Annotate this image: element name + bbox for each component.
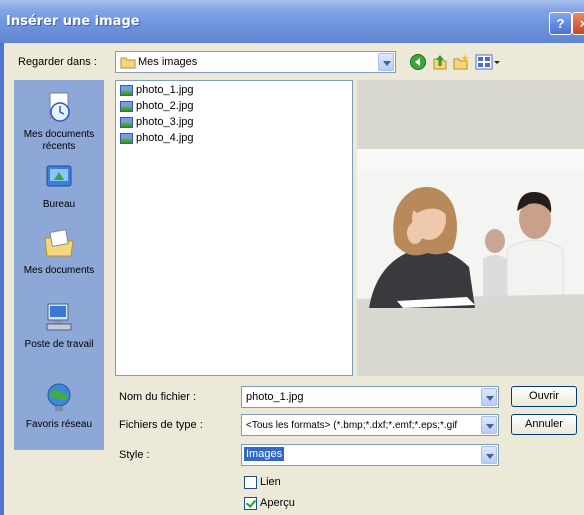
desktop-icon [46,165,72,187]
preview-checkbox[interactable] [244,497,257,510]
lookin-value: Mes images [138,56,198,68]
filename-value: photo_1.jpg [246,391,304,403]
new-folder-icon[interactable] [452,53,470,71]
view-menu-icon[interactable] [475,53,501,71]
up-folder-icon[interactable] [431,53,449,71]
chevron-down-icon[interactable] [481,416,497,434]
filename-field[interactable]: photo_1.jpg [241,386,499,408]
chevron-down-icon[interactable] [481,446,497,464]
place-label: Bureau [42,199,76,210]
window-title: Insérer une image [6,14,140,29]
style-label: Style : [119,449,150,461]
place-label: Favoris réseau [25,419,93,430]
place-label: Mes documents [23,265,95,276]
image-file-icon [120,84,133,96]
preview-label: Aperçu [260,497,295,509]
place-label: Mes documents récents [23,129,95,152]
place-my-documents[interactable]: Mes documents [14,226,104,277]
filename-label: Nom du fichier : [119,391,197,403]
image-file-icon [120,132,133,144]
image-file-icon [120,116,133,128]
back-icon[interactable] [409,53,427,71]
chevron-down-icon[interactable] [481,388,497,406]
close-button[interactable]: × [572,12,584,35]
file-list[interactable]: photo_1.jpg photo_2.jpg photo_3.jpg phot… [115,80,353,376]
recent-documents-icon [49,92,70,122]
list-item[interactable]: photo_2.jpg [120,100,194,116]
link-checkbox[interactable] [244,476,257,489]
network-places-icon [47,383,71,411]
folder-icon [120,57,136,69]
open-button[interactable]: Ouvrir [511,386,577,407]
place-recent[interactable]: Mes documents récents [14,90,104,153]
places-bar: Mes documents récents Bureau Mes documen… [14,80,104,450]
place-network[interactable]: Favoris réseau [14,380,104,431]
place-my-computer[interactable]: Poste de travail [14,300,104,351]
link-label: Lien [260,476,281,488]
chevron-down-icon[interactable] [378,53,394,71]
place-desktop[interactable]: Bureau [14,160,104,211]
style-dropdown[interactable]: Images [241,444,499,466]
preview-pane [357,80,584,376]
place-label: Poste de travail [24,339,94,350]
filetype-dropdown[interactable]: <Tous les formats> (*.bmp;*.dxf;*.emf;*.… [241,414,499,436]
my-documents-icon [44,229,74,257]
image-file-icon [120,100,133,112]
window-border [0,43,4,515]
list-item[interactable]: photo_1.jpg [120,84,194,100]
filetype-label: Fichiers de type : [119,419,203,431]
list-item[interactable]: photo_3.jpg [120,116,194,132]
preview-image [357,149,584,308]
filetype-value: <Tous les formats> (*.bmp;*.dxf;*.emf;*.… [246,420,458,431]
help-button[interactable]: ? [549,12,572,35]
cancel-button[interactable]: Annuler [511,414,577,435]
lookin-label: Regarder dans : [18,56,97,68]
style-value: Images [244,447,285,461]
my-computer-icon [46,303,72,331]
lookin-dropdown[interactable]: Mes images [115,51,396,73]
title-bar: Insérer une image ? × [0,0,584,43]
list-item[interactable]: photo_4.jpg [120,132,194,148]
